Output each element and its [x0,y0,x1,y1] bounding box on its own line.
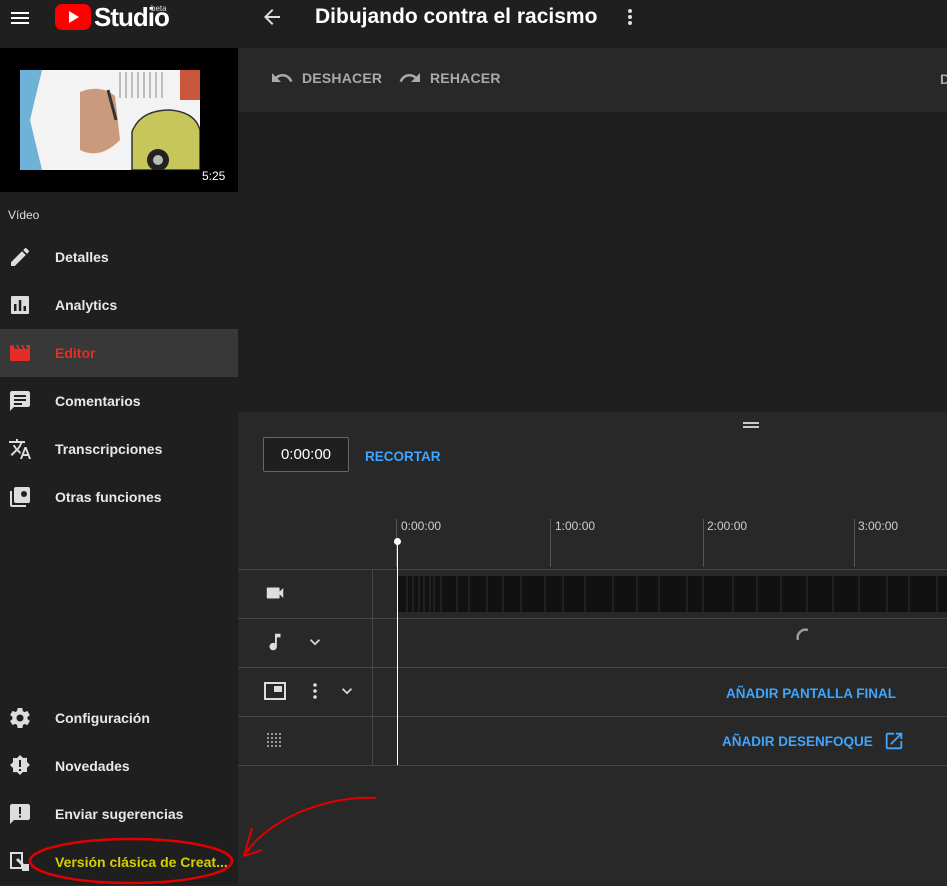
video-duration: 5:25 [202,169,226,183]
undo-icon [272,73,293,82]
music-note-icon [264,631,286,653]
youtube-logo-icon[interactable] [55,4,91,30]
audio-expand-chevron-icon[interactable] [305,632,325,652]
sidebar-item-label: Configuración [55,710,150,726]
video-frames [406,576,938,612]
tick-label: 2:00:00 [707,519,748,533]
time-value: 0:00:00 [280,446,332,463]
sidebar-item-label: Detalles [55,249,109,265]
video-preview [238,112,947,412]
sidebar-item-detalles[interactable]: Detalles [0,233,238,281]
sidebar-item-editor[interactable]: Editor [0,329,238,377]
menu-icon[interactable] [8,6,32,30]
video-thumbnail[interactable]: 5:25 [0,48,238,192]
translate-icon [8,437,32,461]
redo-button[interactable]: REHACER [398,66,501,90]
track-label-divider [372,569,373,765]
clapperboard-icon [8,341,32,365]
sidebar-item-label: Comentarios [55,393,141,409]
other-features-icon [8,485,32,509]
sidebar-item-analytics[interactable]: Analytics [0,281,238,329]
resize-handle-icon[interactable] [743,422,759,428]
sidebar: 5:25 Vídeo Detalles Analytics Editor Com… [0,48,238,885]
beta-tag: beta [151,4,167,13]
editor-toolbar: DESHACER REHACER D [238,48,947,112]
sidebar-item-comentarios[interactable]: Comentarios [0,377,238,425]
sidebar-item-configuracion[interactable]: Configuración [0,694,238,742]
track-divider [238,569,947,570]
track-divider [238,667,947,668]
sidebar-item-label: Transcripciones [55,441,163,457]
tick-label: 0:00:00 [401,519,442,533]
sidebar-item-transcripciones[interactable]: Transcripciones [0,425,238,473]
more-options-icon[interactable] [620,5,640,29]
add-blur-label: AÑADIR DESENFOQUE [722,733,873,749]
sidebar-item-otras-funciones[interactable]: Otras funciones [0,473,238,521]
sidebar-item-novedades[interactable]: Novedades [0,742,238,790]
timeline-tick [550,519,551,567]
end-screen-icon [263,680,287,702]
end-screen-expand-chevron-icon[interactable] [337,681,357,701]
redo-icon [399,73,420,82]
undo-label: DESHACER [302,70,383,86]
playhead-knob[interactable] [394,538,401,545]
thumbnail-image [20,70,200,170]
blur-icon [266,732,284,750]
sidebar-item-label: Otras funciones [55,489,162,505]
trim-button[interactable]: RECORTAR [365,449,441,464]
add-end-screen-button[interactable]: AÑADIR PANTALLA FINAL [726,686,896,701]
news-icon [8,754,32,778]
playhead[interactable] [397,539,398,765]
video-track-strip[interactable] [397,576,947,612]
time-input[interactable]: 0:00:00 [263,437,349,472]
pencil-icon [8,245,32,269]
section-label: Vídeo [8,208,40,222]
video-title: Dibujando contra el racismo [315,5,598,28]
tick-label: 3:00:00 [858,519,899,533]
sidebar-item-label: Editor [55,345,96,361]
video-camera-icon [264,582,286,604]
undo-button[interactable]: DESHACER [270,66,382,90]
track-divider [238,716,947,717]
top-bar: Studio beta Dibujando contra el racismo [0,0,947,48]
timeline-tick [703,519,704,567]
back-arrow-icon[interactable] [260,5,284,29]
sidebar-item-label: Analytics [55,297,118,313]
red-annotation-circle [28,796,377,885]
open-external-icon [885,732,903,750]
timeline-tick [854,519,855,567]
analytics-icon [8,293,32,317]
end-screen-more-icon[interactable] [305,681,325,701]
sidebar-item-label: Novedades [55,758,130,774]
track-divider [238,765,947,766]
clipped-toolbar-button[interactable]: D [940,71,947,87]
gear-icon [8,706,32,730]
track-divider [238,618,947,619]
comment-icon [8,389,32,413]
redo-label: REHACER [430,70,501,86]
tick-label: 1:00:00 [555,519,596,533]
loading-spinner-icon [794,626,814,646]
add-blur-button[interactable]: AÑADIR DESENFOQUE [722,730,905,752]
